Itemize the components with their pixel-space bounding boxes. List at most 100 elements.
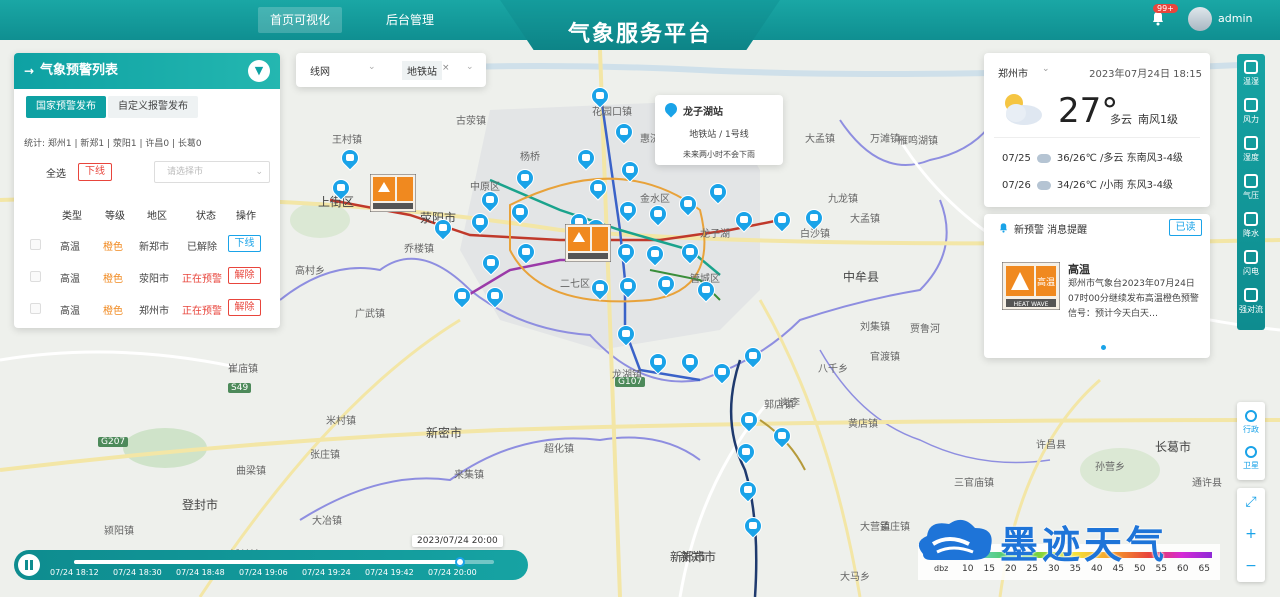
metro-station-pin-icon[interactable] [769,423,795,449]
tool-5[interactable]: 闪电 [1237,250,1265,277]
metro-station-pin-icon[interactable] [740,513,766,539]
metro-station-pin-icon[interactable] [613,321,639,347]
avatar[interactable] [1188,7,1212,31]
metro-station-pin-icon[interactable] [693,277,719,303]
road-number-tag: G207 [98,437,129,447]
fullscreen-icon[interactable]: ⤢ [1237,494,1265,510]
city-select[interactable]: 郑州市 [998,65,1028,80]
metro-station-pin-icon[interactable] [615,273,641,299]
train-icon [458,292,466,299]
select-all-label[interactable]: 全选 [46,165,66,180]
station-filter-tag[interactable]: 地铁站 [402,61,442,80]
weather-layer-icon [1244,212,1258,226]
metro-station-pin-icon[interactable] [801,205,827,231]
row-level: 橙色 [103,274,123,285]
train-icon [714,188,722,195]
zoom-out-button[interactable]: − [1237,558,1265,574]
metro-station-pin-icon[interactable] [677,349,703,375]
metro-station-pin-icon[interactable] [642,241,668,267]
metro-station-pin-icon[interactable] [733,439,759,465]
metro-station-pin-icon[interactable] [467,209,493,235]
line-network-select[interactable]: 线网 [310,63,330,78]
train-icon [337,184,345,191]
metro-station-pin-icon[interactable] [709,359,735,385]
pause-button[interactable] [18,554,40,576]
map-place-label: 新密市 [426,426,463,440]
metro-station-pin-icon[interactable] [587,275,613,301]
tool-3[interactable]: 气压 [1237,174,1265,201]
tool-1[interactable]: 风力 [1237,98,1265,125]
metro-station-pin-icon[interactable] [328,175,354,201]
metro-station-pin-icon[interactable] [645,349,671,375]
timeline-track[interactable] [74,557,494,567]
zoom-in-button[interactable]: + [1237,526,1265,542]
offline-button[interactable]: 下线 [78,163,112,181]
chevron-down-icon[interactable]: ⌄ [466,62,474,72]
carousel-dot[interactable] [1101,345,1106,350]
close-icon[interactable]: × [442,63,450,73]
metro-station-pin-icon[interactable] [478,250,504,276]
metro-station-pin-icon[interactable] [769,207,795,233]
metro-station-pin-icon[interactable] [430,215,456,241]
train-icon [651,250,659,257]
metro-station-pin-icon[interactable] [675,191,701,217]
map-place-label: 颍阳镇 [104,526,134,537]
nav-admin[interactable]: 后台管理 [374,7,446,33]
metro-station-pin-icon[interactable] [735,477,761,503]
tool-0[interactable]: 温湿 [1237,60,1265,87]
map-tool-1[interactable]: 卫星 [1237,446,1265,471]
tool-6[interactable]: 强对流 [1237,288,1265,315]
metro-station-pin-icon[interactable] [513,239,539,265]
tool-2[interactable]: 湿度 [1237,136,1265,163]
chevron-down-icon[interactable]: ⌄ [368,62,376,72]
train-icon [778,432,786,439]
metro-station-pin-icon[interactable] [645,201,671,227]
mark-read-button[interactable]: 已读 [1169,219,1202,236]
notification-badge: 99+ [1153,4,1178,13]
tab-national-warning[interactable]: 国家预警发布 [26,96,106,118]
alert-text: 郑州市气象台2023年07月24日07时00分继续发布高温橙色预警信号：预计今天… [1068,279,1199,319]
map-tool-0[interactable]: 行政 [1237,410,1265,435]
chevron-down-icon[interactable]: ⌄ [1042,64,1050,74]
train-icon [718,368,726,375]
metro-station-pin-icon[interactable] [653,271,679,297]
metro-station-pin-icon[interactable] [740,343,766,369]
collapse-chevron-icon[interactable]: ▼ [248,60,270,82]
metro-station-pin-icon[interactable] [512,165,538,191]
metro-station-pin-icon[interactable] [477,187,503,213]
release-row-button[interactable]: 解除 [228,267,261,284]
timeline-handle[interactable] [455,557,466,567]
metro-station-pin-icon[interactable] [449,283,475,309]
row-type: 高温 [60,306,80,317]
metro-station-pin-icon[interactable] [677,239,703,265]
metro-station-pin-icon[interactable] [337,145,363,171]
metro-station-pin-icon[interactable] [587,83,613,109]
train-icon [749,522,757,529]
city-select[interactable]: 请选择市 ⌄ [154,161,270,183]
map-place-label: 长葛市 [1155,440,1192,454]
metro-station-pin-icon[interactable] [585,175,611,201]
current-wind: 南风1级 [1138,113,1178,126]
release-row-button[interactable]: 解除 [228,299,261,316]
row-checkbox[interactable] [30,271,41,282]
row-checkbox[interactable] [30,303,41,314]
metro-station-pin-icon[interactable] [613,239,639,265]
metro-station-pin-icon[interactable] [617,157,643,183]
metro-station-pin-icon[interactable] [736,407,762,433]
tab-custom-warning[interactable]: 自定义报警发布 [108,96,198,118]
metro-station-pin-icon[interactable] [611,119,637,145]
metro-station-pin-icon[interactable] [573,145,599,171]
metro-station-pin-icon[interactable] [507,199,533,225]
user-name[interactable]: admin [1218,12,1252,25]
metro-station-pin-icon[interactable] [731,207,757,233]
heat-warning-marker-zhengzhou[interactable] [565,224,611,262]
metro-station-pin-icon[interactable] [482,283,508,309]
heat-warning-marker-xingyang[interactable] [370,174,416,212]
row-checkbox[interactable] [30,239,41,250]
metro-station-pin-icon[interactable] [615,197,641,223]
tool-4[interactable]: 降水 [1237,212,1265,239]
map-place-label: 通许县 [1192,478,1222,489]
metro-station-pin-icon[interactable] [705,179,731,205]
nav-home-visualization[interactable]: 首页可视化 [258,7,343,33]
offline-row-button[interactable]: 下线 [228,235,261,252]
